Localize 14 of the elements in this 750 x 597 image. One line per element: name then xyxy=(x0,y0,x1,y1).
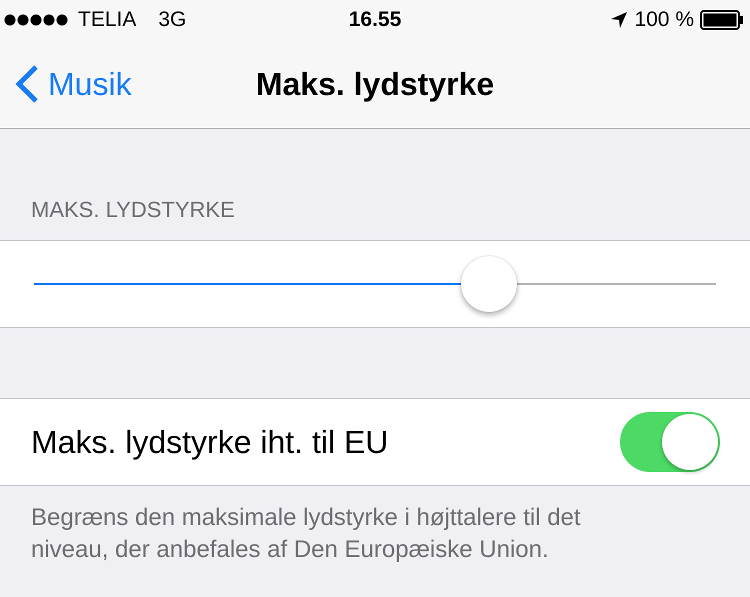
section-header: MAKS. LYDSTYRKE xyxy=(30,196,236,224)
slider-thumb[interactable] xyxy=(460,256,517,312)
nav-title: Maks. lydstyrke xyxy=(256,66,494,102)
status-time: 16.55 xyxy=(348,8,402,32)
chevron-left-icon xyxy=(14,64,40,104)
carrier-name: TELIA xyxy=(78,8,136,32)
battery-icon xyxy=(700,10,744,30)
back-button[interactable]: Musik xyxy=(0,64,132,104)
toggle-label: Maks. lydstyrke iht. til EU xyxy=(31,424,388,460)
footer-text: Begræns den maksimale lydstyrke i højttalere til det niveau, der anbefales af Den Europæiske Union. xyxy=(31,503,582,565)
toggle-switch[interactable] xyxy=(620,412,720,472)
battery-percent: 100 % xyxy=(634,8,694,32)
network-type: 3G xyxy=(158,8,186,32)
location-icon xyxy=(610,11,628,29)
